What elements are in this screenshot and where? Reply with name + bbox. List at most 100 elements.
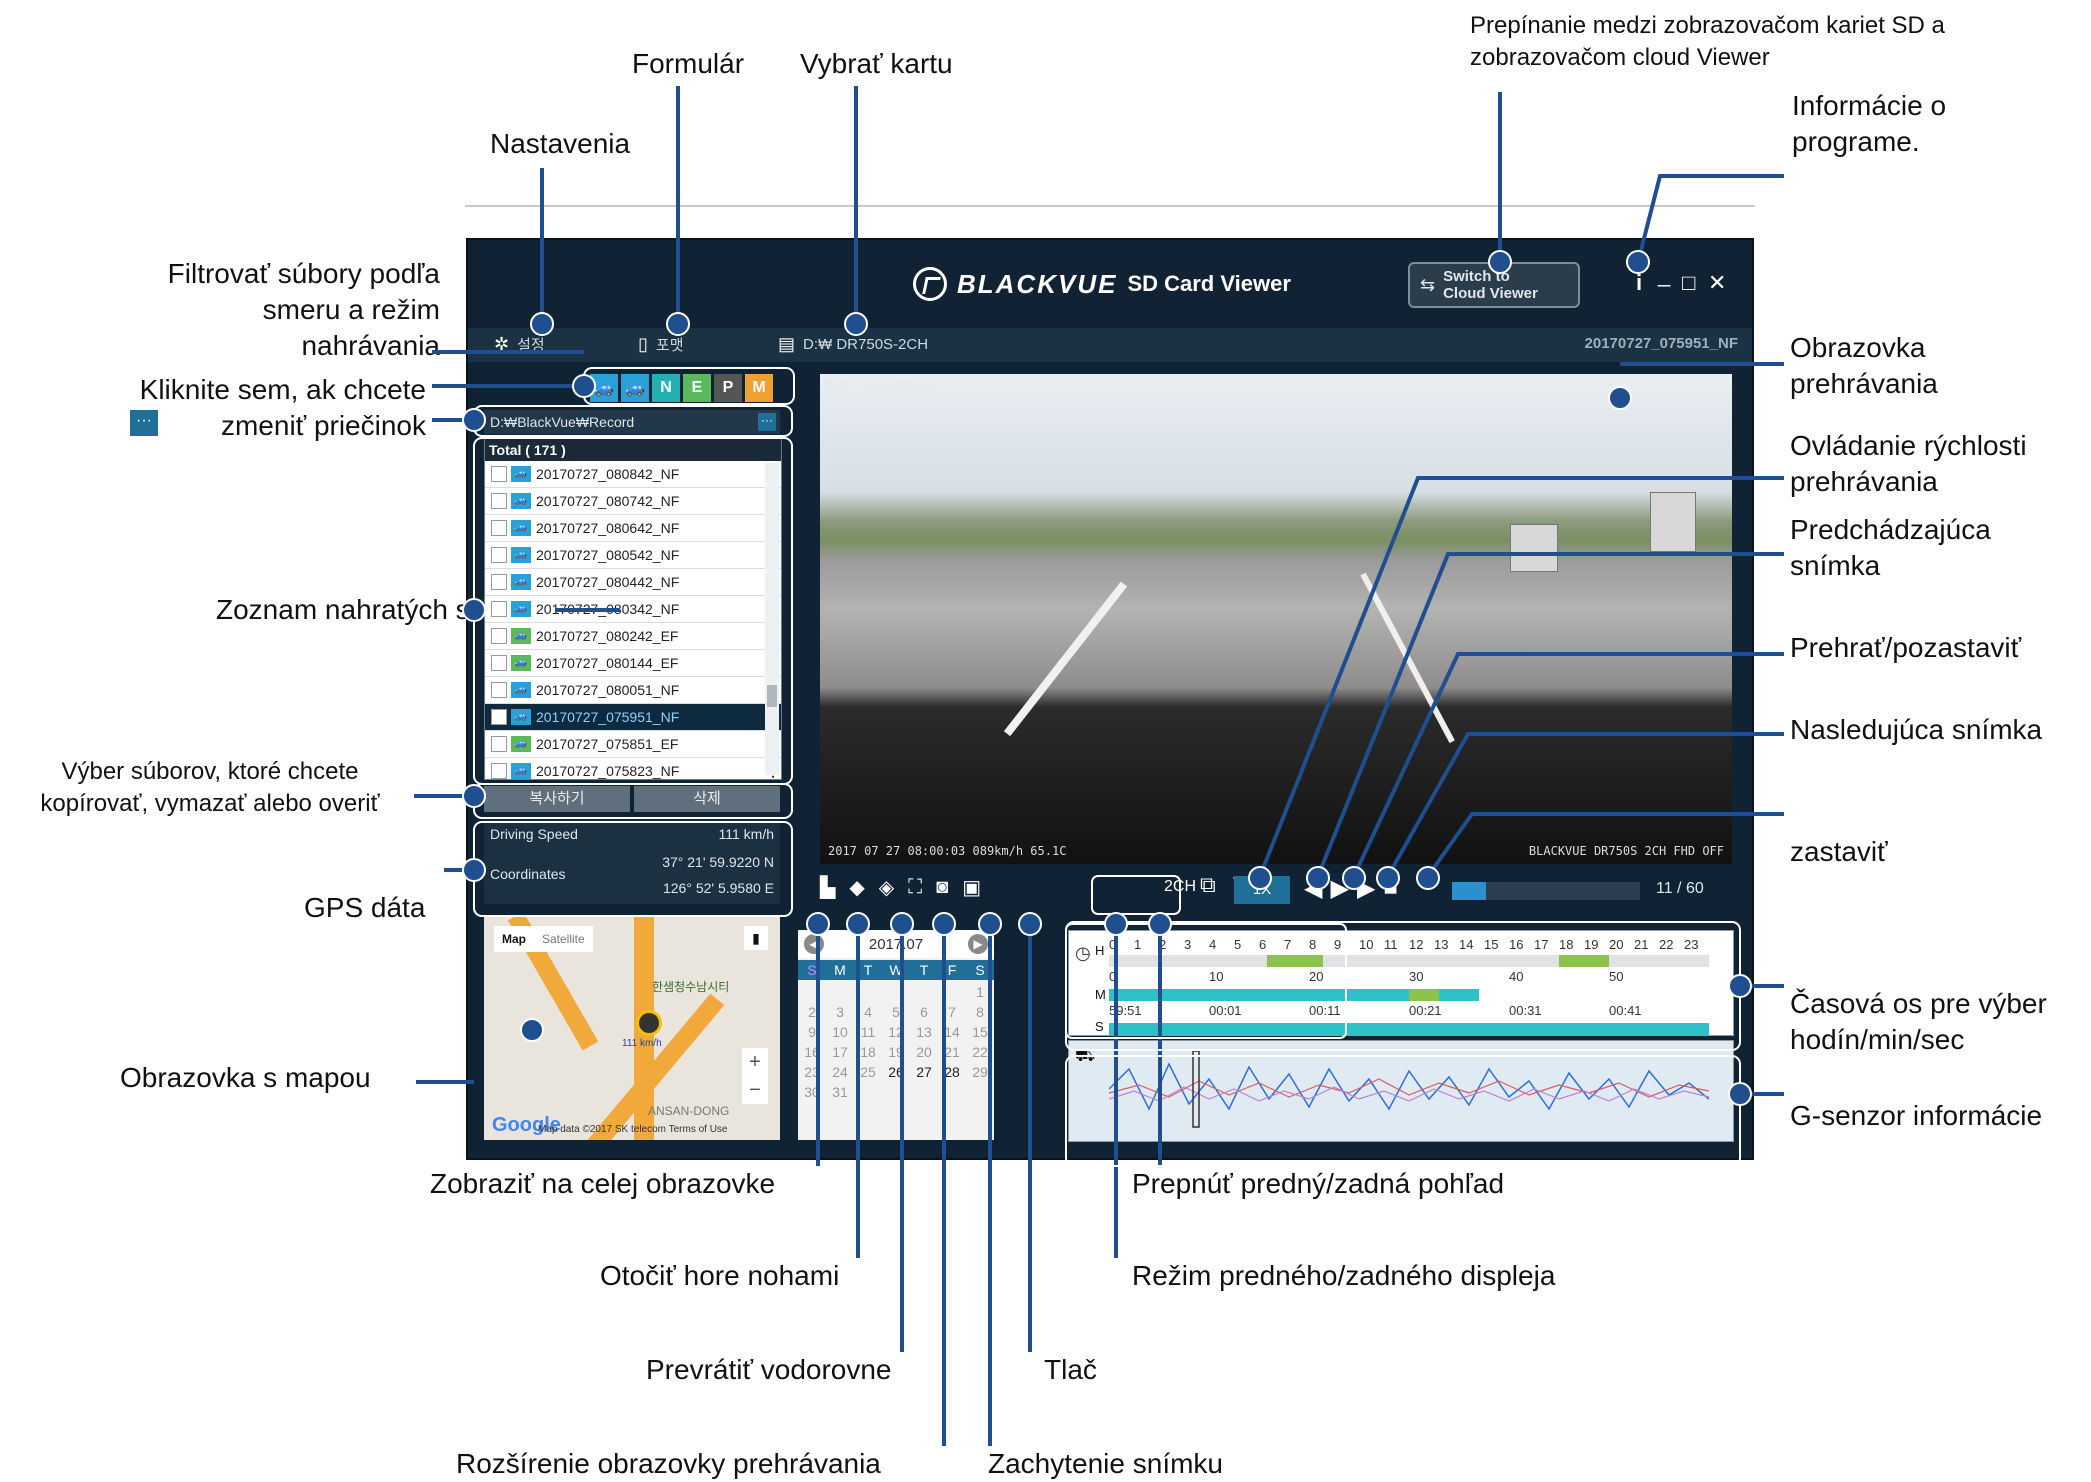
prev-frame-icon[interactable]: ◀ — [1304, 874, 1322, 903]
delete-button[interactable]: 삭제 — [634, 786, 780, 812]
calendar-day[interactable]: 7 — [938, 1004, 966, 1020]
calendar-day[interactable]: 17 — [826, 1044, 854, 1060]
file-row[interactable]: 🚙20170727_080642_NF⋮ — [485, 515, 781, 542]
file-row[interactable]: 🚙20170727_080051_NF⋮ — [485, 677, 781, 704]
file-checkbox[interactable] — [491, 736, 507, 752]
flip-vertical-icon[interactable]: ◆ — [849, 875, 864, 900]
calendar-prev-icon[interactable]: ◀ — [804, 934, 824, 954]
filter-front-button[interactable]: 🚙 — [590, 374, 618, 402]
file-row[interactable]: 🚙20170727_075951_NF⋮ — [485, 704, 781, 731]
calendar-day[interactable]: 14 — [938, 1024, 966, 1040]
calendar-day[interactable]: 21 — [938, 1044, 966, 1060]
enlarge-icon[interactable]: ⛶ — [908, 876, 922, 899]
filter-normal-button[interactable]: N — [652, 374, 680, 402]
minimize-button[interactable]: _ — [1658, 262, 1670, 288]
map-zoom-control[interactable]: + − — [742, 1048, 768, 1104]
calendar-day[interactable]: 12 — [882, 1024, 910, 1040]
calendar-next-icon[interactable]: ▶ — [967, 934, 988, 954]
calendar-day[interactable]: 29 — [966, 1064, 994, 1080]
file-checkbox[interactable] — [491, 682, 507, 698]
calendar-day[interactable]: 28 — [938, 1064, 966, 1080]
calendar-day[interactable]: 31 — [826, 1084, 854, 1100]
play-pause-icon[interactable]: ▶ — [1330, 874, 1348, 903]
file-checkbox[interactable] — [491, 547, 507, 563]
print-icon[interactable]: ▣ — [962, 875, 981, 900]
file-row[interactable]: 🚙20170727_080542_NF⋮ — [485, 542, 781, 569]
calendar-day[interactable]: 8 — [966, 1004, 994, 1020]
playback-speed-button[interactable]: 1X — [1234, 876, 1290, 904]
file-checkbox[interactable] — [491, 763, 507, 779]
file-checkbox[interactable] — [491, 466, 507, 482]
map-tab-satellite[interactable]: Satellite — [534, 926, 593, 952]
file-row[interactable]: 🚙20170727_080242_EF⋮ — [485, 623, 781, 650]
maximize-button[interactable]: □ — [1682, 270, 1695, 296]
gsensor-cursor[interactable] — [1192, 1050, 1200, 1128]
timeline-hour-bar[interactable] — [1109, 955, 1709, 967]
switch-to-cloud-button[interactable]: ⇆ Switch to Cloud Viewer — [1408, 262, 1580, 308]
map-print-icon[interactable]: ▮ — [744, 926, 768, 950]
file-checkbox[interactable] — [491, 574, 507, 590]
map-tab-map[interactable]: Map — [494, 926, 534, 952]
timeline-minute-bar[interactable] — [1109, 989, 1709, 1001]
filter-event-button[interactable]: E — [683, 374, 711, 402]
menu-settings[interactable]: ✲ 설정 — [494, 334, 545, 355]
calendar-day[interactable]: 2 — [798, 1004, 826, 1020]
menu-drive[interactable]: ▤ D:₩ DR750S-2CH — [778, 334, 928, 355]
file-checkbox[interactable] — [491, 493, 507, 509]
playback-screen[interactable]: Night Vision_OFF 2017 07 27 08:00:03 089… — [820, 374, 1732, 864]
file-checkbox[interactable] — [491, 601, 507, 617]
flip-horizontal-icon[interactable]: ◈ — [879, 875, 894, 900]
file-row[interactable]: 🚙20170727_080842_NF⋮ — [485, 461, 781, 488]
scroll-thumb[interactable] — [767, 685, 777, 707]
calendar-day[interactable]: 27 — [910, 1064, 938, 1080]
menu-format[interactable]: ▯ 포맷 — [638, 334, 684, 355]
calendar-day[interactable]: 23 — [798, 1064, 826, 1080]
file-row[interactable]: 🚙20170727_075823_NF⋮ — [485, 758, 781, 779]
next-frame-icon[interactable]: ▶ — [1357, 874, 1375, 903]
calendar-day[interactable]: 9 — [798, 1024, 826, 1040]
file-row[interactable]: 🚙20170727_080342_NF⋮ — [485, 596, 781, 623]
timeline-second-bar[interactable] — [1109, 1023, 1709, 1035]
calendar-day[interactable]: 24 — [826, 1064, 854, 1080]
calendar-day[interactable]: 15 — [966, 1024, 994, 1040]
file-name: 20170727_080442_NF — [536, 574, 680, 590]
calendar-day[interactable]: 1 — [966, 984, 994, 1000]
calendar-day[interactable]: 19 — [882, 1044, 910, 1060]
calendar-day[interactable]: 6 — [910, 1004, 938, 1020]
filter-rear-button[interactable]: 🚙 — [621, 374, 649, 402]
calendar-day[interactable]: 13 — [910, 1024, 938, 1040]
file-row[interactable]: 🚙20170727_080442_NF⋮ — [485, 569, 781, 596]
calendar-day[interactable]: 20 — [910, 1044, 938, 1060]
filter-manual-button[interactable]: M — [745, 374, 773, 402]
calendar-day[interactable]: 30 — [798, 1084, 826, 1100]
close-button[interactable]: ✕ — [1708, 270, 1726, 296]
calendar-day[interactable]: 16 — [798, 1044, 826, 1060]
file-checkbox[interactable] — [491, 520, 507, 536]
info-button[interactable]: i — [1636, 270, 1642, 296]
change-folder-button[interactable]: ··· — [758, 413, 776, 431]
calendar-day[interactable]: 11 — [854, 1024, 882, 1040]
file-checkbox[interactable] — [491, 655, 507, 671]
file-row[interactable]: 🚙20170727_080144_EF⋮ — [485, 650, 781, 677]
camera-icon[interactable]: ◙ — [936, 876, 948, 899]
file-row[interactable]: 🚙20170727_080742_NF⋮ — [485, 488, 781, 515]
file-list-scrollbar[interactable] — [765, 463, 779, 775]
file-checkbox[interactable] — [491, 709, 507, 725]
display-mode-icon[interactable]: ⧉ — [1200, 872, 1216, 898]
file-row[interactable]: 🚙20170727_075851_EF⋮ — [485, 731, 781, 758]
calendar-day[interactable]: 5 — [882, 1004, 910, 1020]
calendar-day[interactable]: 10 — [826, 1024, 854, 1040]
calendar-day[interactable]: 4 — [854, 1004, 882, 1020]
calendar-day[interactable]: 26 — [882, 1064, 910, 1080]
filter-parking-button[interactable]: P — [714, 374, 742, 402]
calendar-day[interactable]: 22 — [966, 1044, 994, 1060]
calendar-day[interactable]: 25 — [854, 1064, 882, 1080]
calendar-day[interactable]: 3 — [826, 1004, 854, 1020]
map-panel[interactable]: Map Satellite ▮ 한샘청수남시티 ANSAN-DONG 111 k… — [484, 916, 780, 1140]
file-checkbox[interactable] — [491, 628, 507, 644]
calendar-day[interactable]: 18 — [854, 1044, 882, 1060]
fullscreen-icon[interactable]: ▙ — [820, 875, 835, 900]
copy-button[interactable]: 복사하기 — [484, 786, 630, 812]
playback-progress[interactable] — [1452, 882, 1640, 900]
stop-icon[interactable]: ■ — [1383, 874, 1398, 903]
